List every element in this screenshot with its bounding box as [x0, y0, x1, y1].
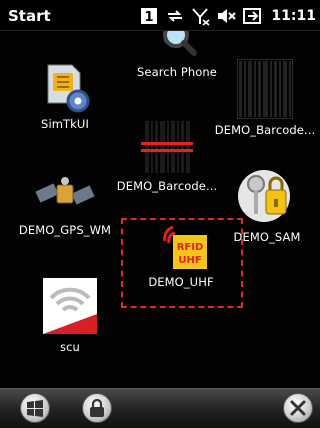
app-label: DEMO_Barcode... [116, 179, 218, 193]
keys-lock-icon [238, 170, 290, 222]
app-demo-gps-wm[interactable]: DEMO_GPS_WM [10, 171, 120, 237]
app-scu[interactable]: scu [30, 276, 110, 354]
barcode-icon [237, 59, 293, 119]
sim-slot-icon[interactable]: 1 [139, 6, 159, 26]
battery-charging-icon[interactable] [243, 6, 263, 26]
app-simtkui[interactable]: SimTkUI [25, 61, 105, 131]
status-title[interactable]: Start [8, 7, 51, 25]
app-grid: Search Phone SimTkUI DEMO_Barcode... DEM… [0, 31, 320, 388]
taskbar [0, 388, 320, 428]
data-transfer-icon[interactable] [165, 6, 185, 26]
magnifier-phone-icon [163, 31, 197, 56]
close-button[interactable] [283, 393, 313, 423]
close-icon [290, 400, 306, 416]
status-bar: Start 1 11:11 [0, 0, 320, 31]
selection-highlight [121, 218, 243, 308]
app-label: DEMO_SAM [233, 230, 301, 244]
windows-start-button[interactable] [20, 393, 50, 423]
barcode-laser-icon [141, 121, 193, 173]
app-demo-barcode-2[interactable]: DEMO_Barcode... [112, 119, 222, 193]
satellite-icon [35, 177, 95, 205]
no-signal-icon[interactable] [191, 6, 211, 26]
app-label: Search Phone [137, 65, 217, 79]
sim-badge-number: 1 [145, 10, 154, 25]
app-demo-barcode-1[interactable]: DEMO_Barcode... [210, 59, 320, 137]
app-label: DEMO_Barcode... [214, 123, 316, 137]
lock-icon [90, 398, 104, 417]
app-label: SimTkUI [41, 117, 89, 131]
windows-start-icon [27, 400, 43, 417]
app-label: DEMO_GPS_WM [18, 223, 112, 237]
speaker-muted-icon[interactable] [217, 6, 237, 26]
lock-button[interactable] [82, 393, 112, 423]
wireless-card-icon [43, 278, 97, 334]
status-icons: 1 11:11 [139, 5, 316, 27]
clock[interactable]: 11:11 [271, 8, 316, 24]
sim-gear-icon [47, 64, 90, 113]
app-label: scu [60, 340, 80, 354]
